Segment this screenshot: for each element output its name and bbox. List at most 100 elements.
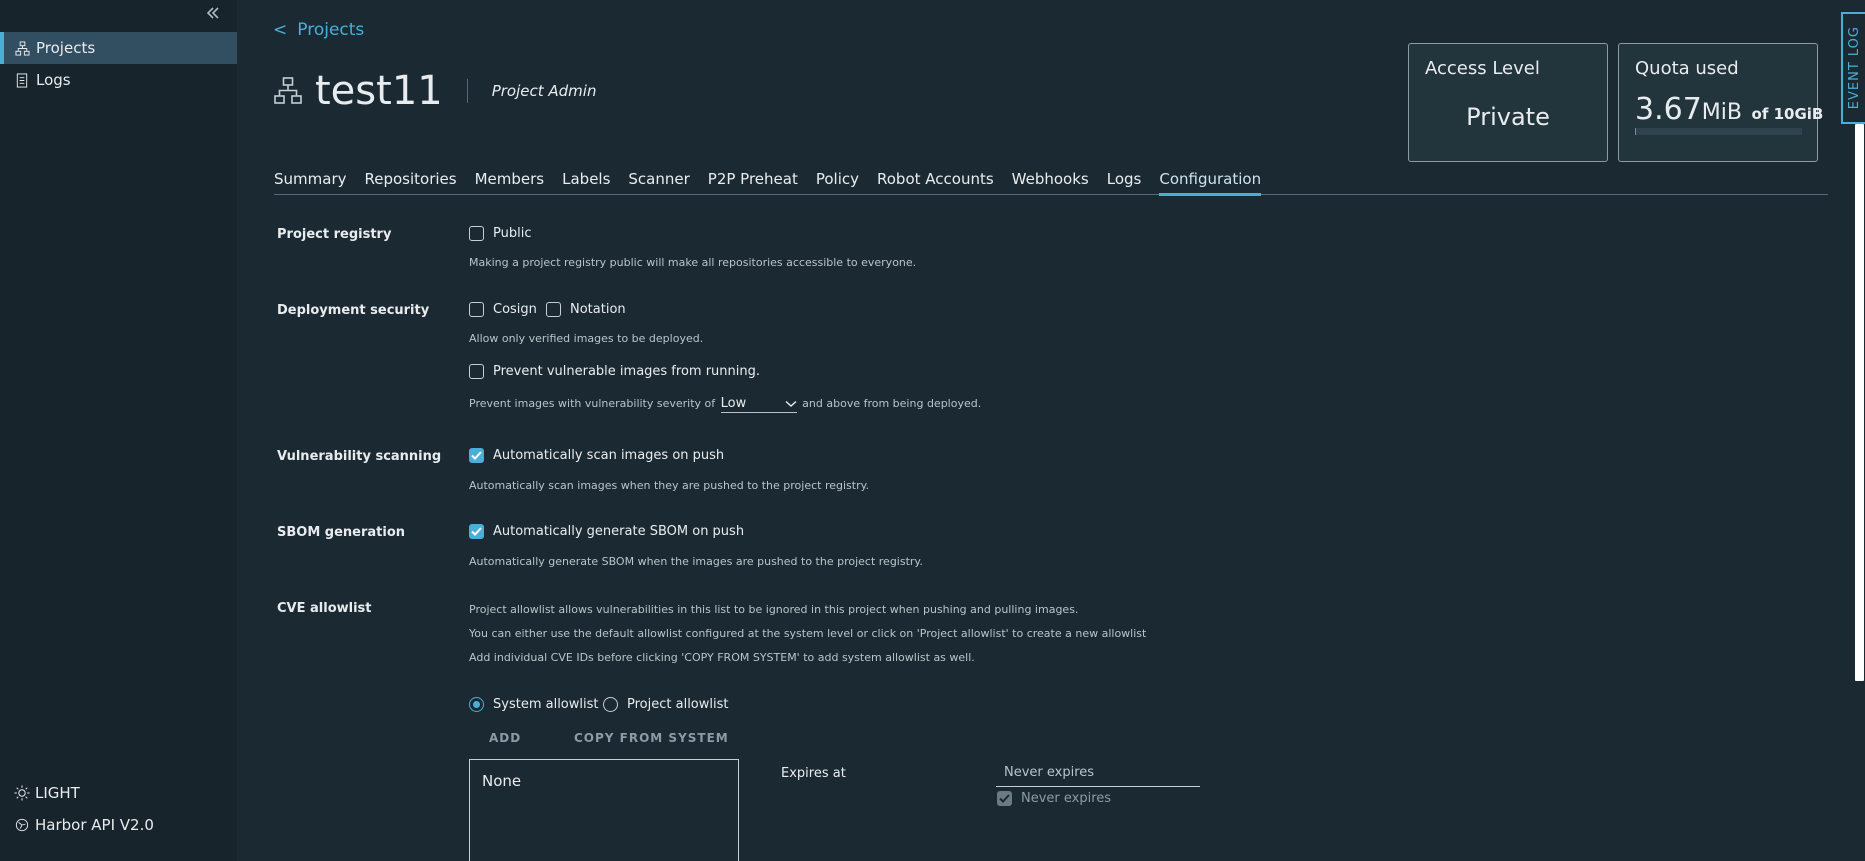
harbor-api-link[interactable]: Harbor API V2.0: [14, 816, 154, 834]
system-allowlist-radio[interactable]: System allowlist: [469, 697, 598, 712]
sidebar-item-label: Logs: [36, 71, 71, 89]
severity-select[interactable]: Low: [720, 395, 797, 413]
project-registry-help: Making a project registry public will ma…: [469, 256, 917, 269]
access-level-title: Access Level: [1425, 58, 1540, 79]
never-expires-checkbox[interactable]: Never expires: [997, 791, 1111, 806]
cve-allowlist-label: CVE allowlist: [277, 601, 372, 616]
cosign-checkbox[interactable]: Cosign: [469, 302, 537, 317]
checkmark-icon: [999, 794, 1010, 803]
tab-summary[interactable]: Summary: [274, 170, 347, 195]
auto-sbom-checkbox-box[interactable]: [469, 524, 484, 539]
access-level-value: Private: [1466, 103, 1550, 131]
never-expires-checkbox-box[interactable]: [997, 791, 1012, 806]
theme-toggle[interactable]: LIGHT: [14, 784, 80, 802]
quota-card: Quota used 3.67MiB of 10GiB: [1618, 43, 1823, 162]
deployment-security-help: Allow only verified images to be deploye…: [469, 332, 704, 345]
project-registry-label: Project registry: [277, 227, 392, 242]
prevent-vulnerable-label: Prevent vulnerable images from running.: [493, 364, 760, 379]
auto-scan-label: Automatically scan images on push: [493, 448, 725, 463]
checkmark-icon: [471, 527, 482, 536]
project-allowlist-radio-button[interactable]: [603, 697, 618, 712]
sidebar-item-projects[interactable]: Projects: [0, 32, 237, 64]
auto-scan-checkbox-box[interactable]: [469, 448, 484, 463]
event-log-button[interactable]: EVENT LOG: [1841, 12, 1865, 124]
vulnerability-scanning-help: Automatically scan images when they are …: [469, 479, 870, 492]
logs-icon: [14, 72, 30, 88]
allowlist-box: None: [469, 759, 739, 861]
project-allowlist-radio[interactable]: Project allowlist: [603, 697, 728, 712]
event-log-label: EVENT LOG: [1846, 26, 1862, 110]
tab-webhooks[interactable]: Webhooks: [1012, 170, 1089, 195]
quota-title: Quota used: [1635, 58, 1739, 79]
notation-checkbox-box[interactable]: [546, 302, 561, 317]
projects-icon: [14, 40, 30, 56]
chevron-left-icon: <: [273, 20, 288, 40]
sbom-generation-help: Automatically generate SBOM when the ima…: [469, 555, 923, 568]
severity-select-value: Low: [720, 396, 747, 411]
quota-limit: of 10GiB: [1751, 105, 1824, 123]
copy-from-system-button[interactable]: COPY FROM SYSTEM: [574, 731, 729, 745]
project-header: test11 Project Admin: [273, 68, 596, 114]
sun-icon: [14, 785, 30, 801]
prevent-vulnerable-checkbox-box[interactable]: [469, 364, 484, 379]
never-expires-label: Never expires: [1021, 791, 1112, 806]
tab-logs[interactable]: Logs: [1107, 170, 1142, 195]
sidebar: Projects Logs LIGHT Harbor API V2.0: [0, 0, 237, 861]
quota-progress-fill: [1635, 128, 1636, 135]
notation-checkbox[interactable]: Notation: [546, 302, 626, 317]
expires-at-label: Expires at: [781, 766, 846, 781]
tab-repositories[interactable]: Repositories: [365, 170, 457, 195]
quota-progress-bar: [1635, 128, 1802, 135]
auto-scan-checkbox[interactable]: Automatically scan images on push: [469, 448, 724, 463]
scrollbar[interactable]: [1855, 124, 1864, 681]
quota-unit: MiB: [1701, 100, 1742, 125]
access-level-card: Access Level Private: [1408, 43, 1608, 162]
public-checkbox[interactable]: Public: [469, 226, 531, 241]
api-icon: [14, 817, 30, 833]
notation-checkbox-label: Notation: [570, 302, 626, 317]
auto-sbom-label: Automatically generate SBOM on push: [493, 524, 745, 539]
system-allowlist-label: System allowlist: [493, 697, 599, 712]
auto-sbom-checkbox[interactable]: Automatically generate SBOM on push: [469, 524, 744, 539]
back-link-label: Projects: [297, 20, 365, 40]
tab-members[interactable]: Members: [475, 170, 545, 195]
add-cve-button[interactable]: ADD: [489, 731, 521, 745]
deployment-security-label: Deployment security: [277, 303, 430, 318]
project-icon: [274, 77, 302, 104]
system-allowlist-radio-button[interactable]: [469, 697, 484, 712]
quota-used: 3.67: [1635, 92, 1702, 127]
sbom-generation-label: SBOM generation: [277, 525, 406, 540]
tab-labels[interactable]: Labels: [562, 170, 610, 195]
quota-value: 3.67MiB of 10GiB: [1635, 92, 1823, 127]
cve-allowlist-help-3: Add individual CVE IDs before clicking '…: [469, 651, 975, 664]
collapse-sidebar-icon[interactable]: [203, 5, 223, 25]
page-title: test11: [315, 68, 443, 114]
severity-prefix: Prevent images with vulnerability severi…: [469, 397, 716, 410]
sidebar-item-logs[interactable]: Logs: [0, 64, 237, 96]
back-to-projects-link[interactable]: < Projects: [273, 20, 364, 40]
project-allowlist-label: Project allowlist: [627, 697, 729, 712]
cosign-checkbox-label: Cosign: [493, 302, 537, 317]
tab-p2p-preheat[interactable]: P2P Preheat: [708, 170, 798, 195]
theme-toggle-label: LIGHT: [35, 784, 80, 802]
severity-suffix: and above from being deployed.: [802, 397, 982, 410]
vulnerability-scanning-label: Vulnerability scanning: [277, 449, 442, 464]
public-checkbox-label: Public: [493, 226, 532, 241]
tab-configuration[interactable]: Configuration: [1159, 170, 1261, 196]
tab-scanner[interactable]: Scanner: [628, 170, 689, 195]
cve-allowlist-help-2: You can either use the default allowlist…: [469, 627, 1147, 640]
checkmark-icon: [471, 451, 482, 460]
project-tabs: Summary Repositories Members Labels Scan…: [274, 170, 1828, 196]
chevron-down-icon: [785, 400, 797, 407]
prevent-vulnerable-checkbox[interactable]: Prevent vulnerable images from running.: [469, 364, 760, 379]
tab-robot-accounts[interactable]: Robot Accounts: [877, 170, 994, 195]
allowlist-value: None: [482, 772, 522, 790]
tab-policy[interactable]: Policy: [816, 170, 859, 195]
harbor-api-label: Harbor API V2.0: [35, 816, 154, 834]
title-divider: [466, 79, 468, 103]
sidebar-item-label: Projects: [36, 39, 96, 57]
expires-at-input[interactable]: Never expires: [996, 764, 1200, 787]
public-checkbox-box[interactable]: [469, 226, 484, 241]
cosign-checkbox-box[interactable]: [469, 302, 484, 317]
severity-row: Prevent images with vulnerability severi…: [469, 395, 981, 413]
